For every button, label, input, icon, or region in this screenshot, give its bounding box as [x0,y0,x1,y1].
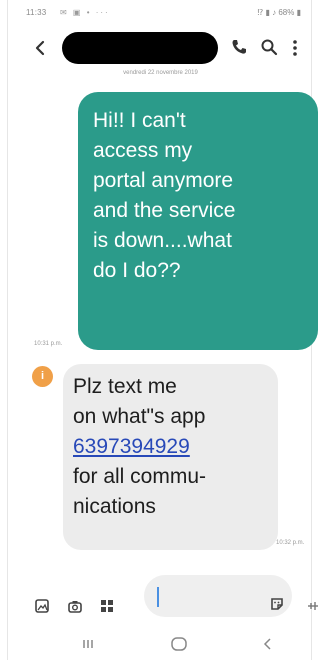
grid-icon [101,600,113,612]
home-button[interactable] [168,634,190,654]
status-indicators: ⁉ ▮ ♪ 68% ▮ [257,8,301,17]
sent-message-bubble[interactable]: Hi!! I can't access my portal anymore an… [78,92,318,350]
date-separator: vendredi 22 novembre 2019 [123,70,198,76]
sender-avatar[interactable]: i [32,366,53,387]
message-line: nications [73,495,156,518]
camera-button[interactable] [68,599,82,613]
message-line: Hi!! I can't [93,109,186,132]
message-line: access my [93,139,193,162]
message-line: is down....what [93,229,232,252]
recent-apps-button[interactable] [78,634,98,654]
message-line: portal anymore [93,169,234,192]
conversation-header [8,30,311,66]
home-icon [171,637,187,651]
message-composer [8,572,318,624]
message-line: on what"s app [73,405,206,428]
contact-name[interactable] [62,32,218,64]
phone-icon [232,40,246,54]
back-button[interactable] [30,38,50,58]
chevron-left-icon [263,638,271,650]
notification-icons: ✉ ▣ • ··· [60,8,110,17]
voice-wave-icon [308,602,318,610]
search-button[interactable] [260,38,278,56]
voice-send-button[interactable] [306,599,320,613]
search-icon [261,39,278,56]
message-line: Plz text me [73,375,177,398]
recent-apps-icon [83,640,93,648]
received-message-bubble[interactable]: Plz text me on what"s app 6397394929 for… [63,364,278,550]
message-line: for all commu- [73,465,207,488]
camera-icon [68,601,82,613]
received-message-time: 10:32 p.m. [276,540,305,546]
text-cursor [157,587,159,607]
nav-back-button[interactable] [258,634,278,654]
gallery-button[interactable] [35,599,49,613]
image-icon [35,599,49,613]
sticker-button[interactable] [270,597,284,611]
sticker-icon [271,598,283,610]
status-time: 11:33 [26,8,47,17]
call-button[interactable] [230,38,248,56]
system-navigation-bar [8,634,311,654]
message-line: and the service [93,199,236,222]
sent-message-time: 10:31 p.m. [34,341,63,347]
phone-number-link[interactable]: 6397394929 [73,435,190,458]
more-attachments-button[interactable] [100,599,114,613]
status-bar: 11:33 ✉ ▣ • ··· ⁉ ▮ ♪ 68% ▮ [8,6,311,24]
more-options-button[interactable] [291,38,299,58]
phone-screen: 11:33 ✉ ▣ • ··· ⁉ ▮ ♪ 68% ▮ vendredi 22 … [7,0,318,660]
more-vertical-icon [293,40,297,56]
message-line: do I do?? [93,259,181,282]
back-arrow-icon [35,40,45,56]
